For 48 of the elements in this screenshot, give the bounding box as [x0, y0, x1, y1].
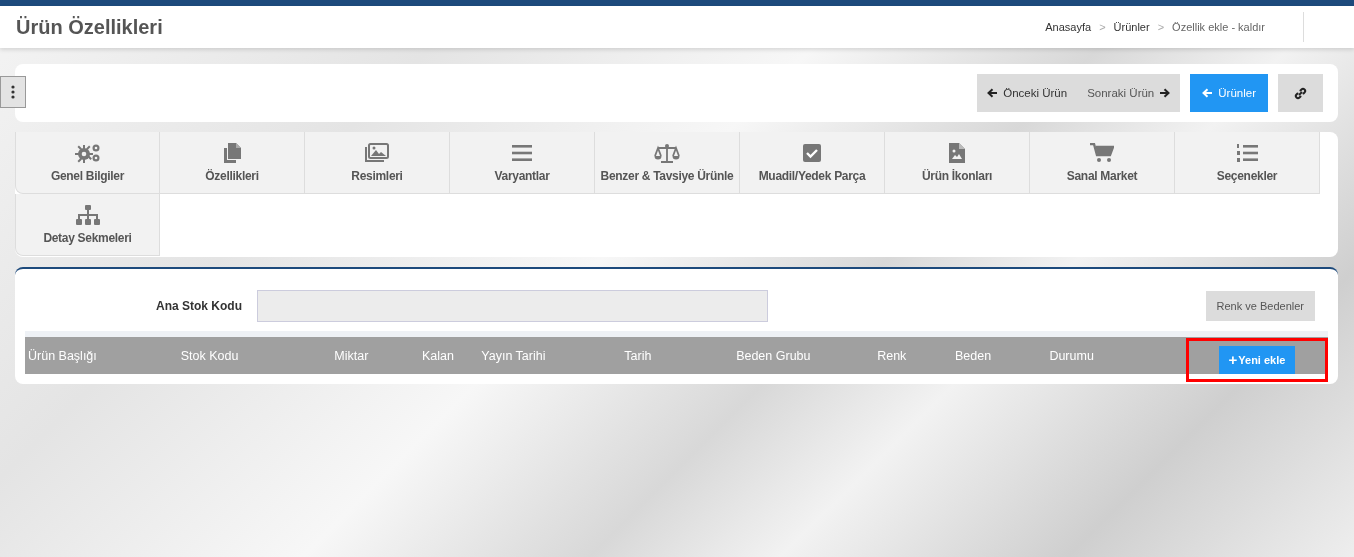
tab[interactable]: Detay Sekmeleri	[15, 194, 160, 256]
colors-sizes-button[interactable]: Renk ve Bedenler	[1205, 291, 1315, 321]
stock-code-field[interactable]	[257, 290, 768, 322]
breadcrumb-separator: >	[1099, 21, 1106, 33]
column-header: Tarih	[623, 348, 653, 363]
tab[interactable]: Muadil/Yedek Parça	[740, 132, 885, 194]
menu-toggle-button[interactable]	[0, 76, 26, 108]
column-header: Miktar	[333, 348, 370, 363]
tab[interactable]: Seçenekler	[1175, 132, 1320, 194]
image-file-icon	[949, 143, 965, 163]
column-header: Renk	[876, 348, 908, 363]
column-header: Ürün Başlığı	[27, 348, 98, 363]
link-icon	[1294, 86, 1307, 100]
shopping-cart-icon	[1090, 143, 1114, 163]
breadcrumb-link[interactable]: Ürünler	[1113, 21, 1150, 33]
breadcrumb-link[interactable]: Anasayfa	[1045, 21, 1092, 33]
arrow-right-icon	[1159, 88, 1171, 98]
column-header: Beden	[954, 348, 993, 363]
link-button[interactable]	[1278, 74, 1323, 112]
breadcrumb-link[interactable]: Özellik ekle - kaldır	[1172, 21, 1265, 33]
column-header: Beden Grubu	[735, 348, 812, 363]
next-product-button[interactable]: Sonraki Ürün	[1077, 74, 1181, 112]
numbered-list-icon	[1236, 143, 1258, 163]
column-header: Durumu	[1048, 348, 1095, 363]
arrow-left-icon	[987, 88, 999, 98]
tab[interactable]: Resimleri	[305, 132, 450, 194]
tab[interactable]: Sanal Market	[1030, 132, 1175, 194]
tab[interactable]: Genel Bilgiler	[15, 132, 160, 194]
balance-scale-icon	[654, 143, 680, 163]
stock-code-label: Ana Stok Kodu	[155, 299, 242, 313]
gears-icon	[74, 143, 101, 163]
copy-icon	[223, 143, 241, 163]
tab[interactable]: Ürün İkonları	[885, 132, 1030, 194]
column-header: Stok Kodu	[179, 348, 240, 363]
column-header: Kalan	[420, 348, 455, 363]
sitemap-icon	[75, 205, 100, 225]
arrow-left-icon	[1202, 88, 1214, 98]
breadcrumb-separator: >	[1157, 21, 1165, 33]
tab[interactable]: Benzer & Tavsiye Ürünle	[595, 132, 740, 194]
tab[interactable]: Varyantlar	[450, 132, 595, 194]
menu-lines-icon	[512, 144, 532, 162]
tab[interactable]: Özellikleri	[160, 132, 305, 194]
images-icon	[365, 143, 389, 163]
page-title: Ürün Özellikleri	[16, 15, 163, 39]
column-header: Yayın Tarihi	[480, 348, 547, 363]
previous-product-button[interactable]: Önceki Ürün	[977, 74, 1078, 112]
checkbox-checked-icon	[803, 144, 821, 162]
more-vertical-icon	[11, 85, 15, 99]
